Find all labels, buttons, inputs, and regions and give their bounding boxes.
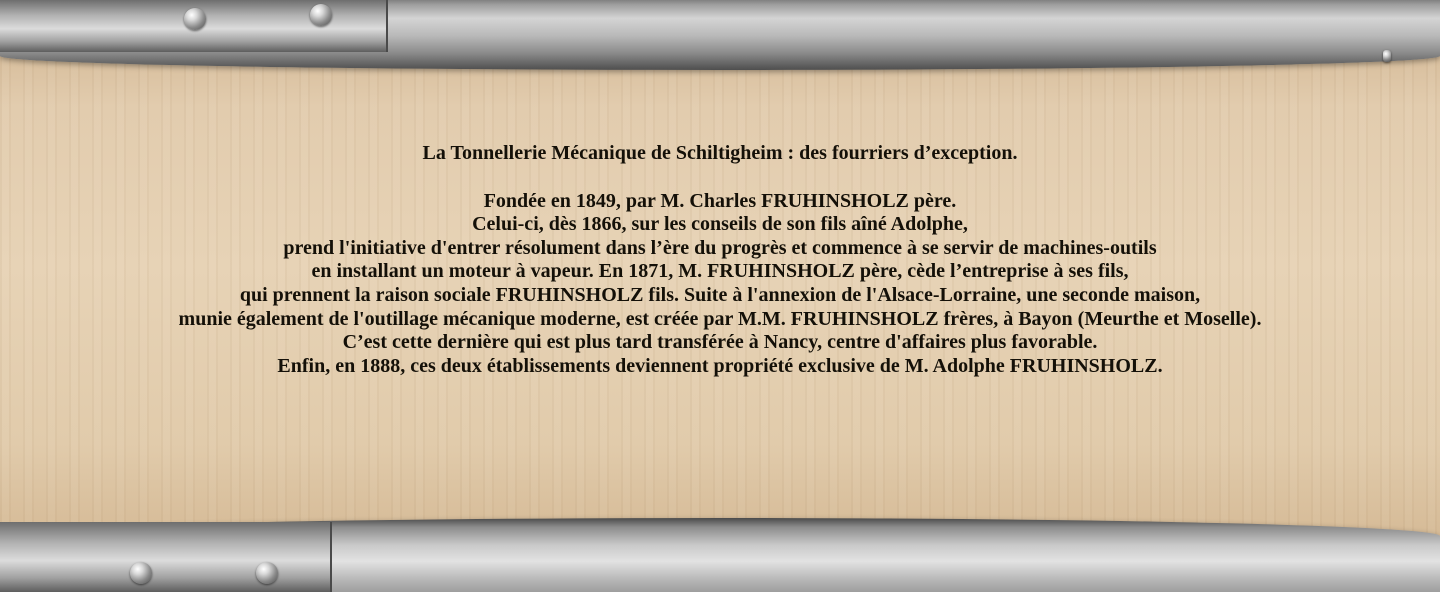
inscription-line: Enfin, en 1888, ces deux établissements … [277, 354, 1163, 377]
inscription-line: en installant un moteur à vapeur. En 187… [311, 260, 1129, 283]
barrel-background: La Tonnellerie Mécanique de Schiltigheim… [0, 0, 1440, 592]
inscription-line: qui prennent la raison sociale FRUHINSHO… [239, 283, 1201, 306]
inscription-line: Fondée en 1849, par M. Charles FRUHINSHO… [483, 189, 957, 212]
rivet-icon [184, 8, 206, 30]
inscription-line: Celui-ci, dès 1866, sur les conseils de … [472, 213, 968, 236]
rivet-icon [130, 562, 152, 584]
inscription-title: La Tonnellerie Mécanique de Schiltigheim… [422, 142, 1018, 164]
inscription: La Tonnellerie Mécanique de Schiltigheim… [0, 142, 1440, 378]
inscription-line: C’est cette dernière qui est plus tard t… [342, 331, 1098, 354]
rivet-icon [1383, 50, 1391, 62]
inscription-line: prend l'initiative d'entrer résolument d… [283, 236, 1157, 259]
rivet-icon [256, 562, 278, 584]
inscription-line: munie également de l'outillage mécanique… [178, 307, 1262, 330]
rivet-icon [310, 4, 332, 26]
bottom-hoop-overlap-plate [0, 522, 332, 592]
